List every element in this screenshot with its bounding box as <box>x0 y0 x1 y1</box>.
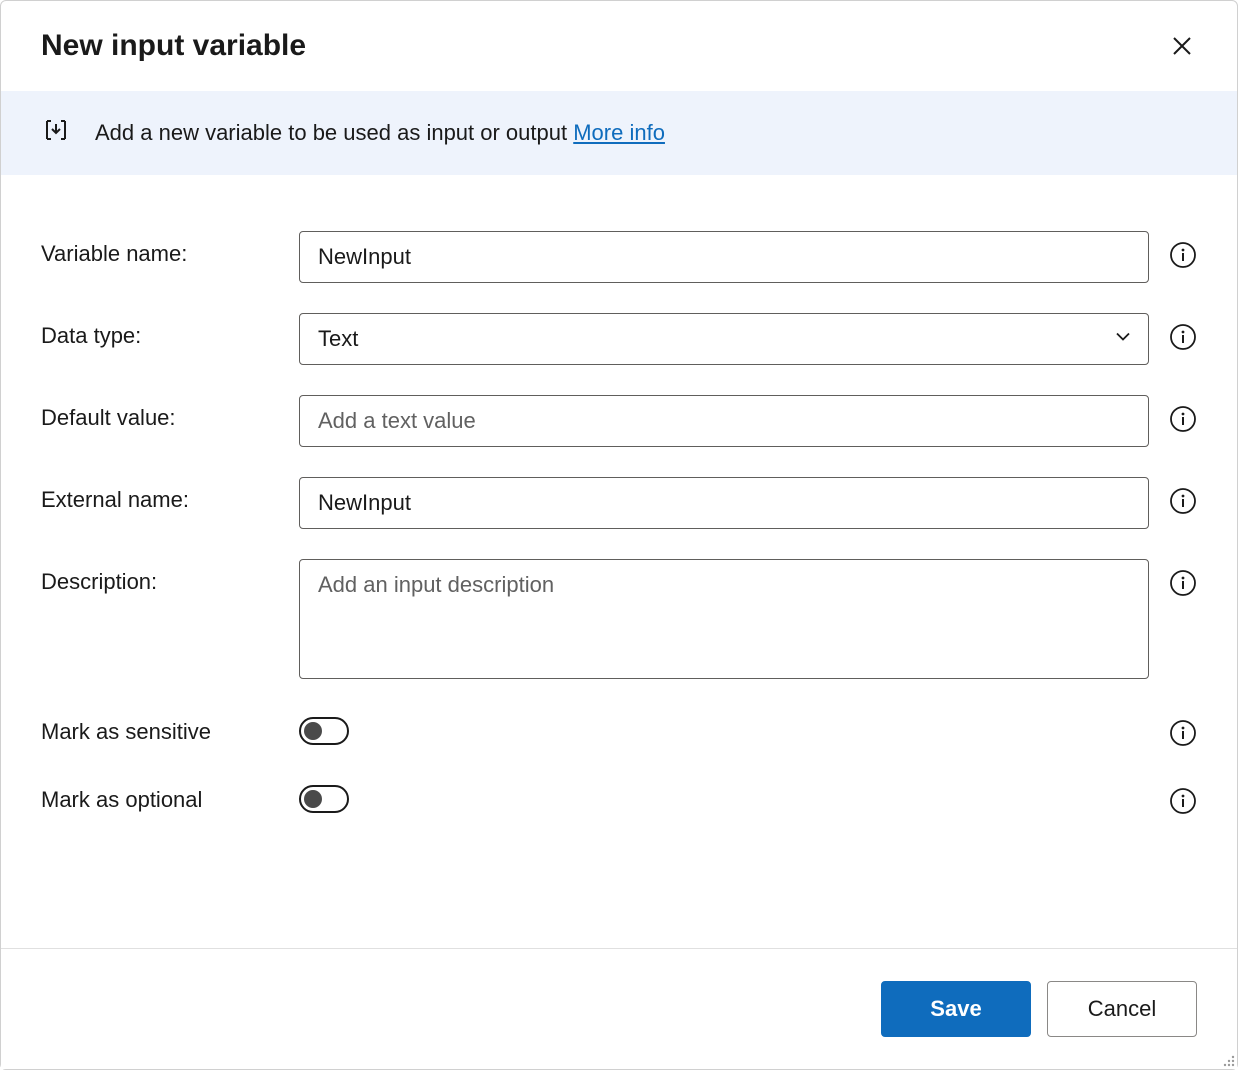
label-mark-optional: Mark as optional <box>41 777 283 813</box>
row-mark-optional: Mark as optional <box>41 777 1197 815</box>
toggle-knob <box>304 790 322 808</box>
info-button-default-value[interactable] <box>1169 405 1197 433</box>
cancel-button[interactable]: Cancel <box>1047 981 1197 1037</box>
info-button-description[interactable] <box>1169 569 1197 597</box>
variable-name-input[interactable] <box>299 231 1149 283</box>
info-button-mark-optional[interactable] <box>1169 787 1197 815</box>
input-variable-icon <box>41 115 71 151</box>
banner-text: Add a new variable to be used as input o… <box>95 120 665 146</box>
info-icon <box>1169 487 1197 515</box>
more-info-link[interactable]: More info <box>573 120 665 145</box>
description-textarea[interactable] <box>299 559 1149 679</box>
banner-message: Add a new variable to be used as input o… <box>95 120 567 145</box>
close-icon <box>1171 35 1193 57</box>
dialog-footer: Save Cancel <box>1 948 1237 1069</box>
info-icon <box>1169 569 1197 597</box>
mark-sensitive-toggle[interactable] <box>299 717 349 745</box>
row-default-value: Default value: <box>41 395 1197 447</box>
external-name-input[interactable] <box>299 477 1149 529</box>
row-description: Description: <box>41 559 1197 679</box>
label-external-name: External name: <box>41 477 283 513</box>
row-variable-name: Variable name: <box>41 231 1197 283</box>
label-data-type: Data type: <box>41 313 283 349</box>
toggle-knob <box>304 722 322 740</box>
form-body: Variable name: Data type: Text Default v… <box>1 175 1237 875</box>
label-variable-name: Variable name: <box>41 231 283 267</box>
mark-optional-toggle[interactable] <box>299 785 349 813</box>
close-button[interactable] <box>1167 31 1197 61</box>
default-value-input[interactable] <box>299 395 1149 447</box>
info-icon <box>1169 405 1197 433</box>
label-default-value: Default value: <box>41 395 283 431</box>
row-external-name: External name: <box>41 477 1197 529</box>
info-icon <box>1169 719 1197 747</box>
info-icon <box>1169 323 1197 351</box>
info-icon <box>1169 787 1197 815</box>
data-type-select[interactable]: Text <box>299 313 1149 365</box>
info-icon <box>1169 241 1197 269</box>
info-button-external-name[interactable] <box>1169 487 1197 515</box>
save-button[interactable]: Save <box>881 981 1031 1037</box>
row-data-type: Data type: Text <box>41 313 1197 365</box>
label-description: Description: <box>41 559 283 595</box>
info-banner: Add a new variable to be used as input o… <box>1 91 1237 175</box>
info-button-variable-name[interactable] <box>1169 241 1197 269</box>
row-mark-sensitive: Mark as sensitive <box>41 709 1197 747</box>
info-button-mark-sensitive[interactable] <box>1169 719 1197 747</box>
dialog-title: New input variable <box>41 29 306 63</box>
info-button-data-type[interactable] <box>1169 323 1197 351</box>
resize-grip-icon[interactable] <box>1219 1051 1235 1067</box>
label-mark-sensitive: Mark as sensitive <box>41 709 283 745</box>
dialog-header: New input variable <box>1 1 1237 91</box>
